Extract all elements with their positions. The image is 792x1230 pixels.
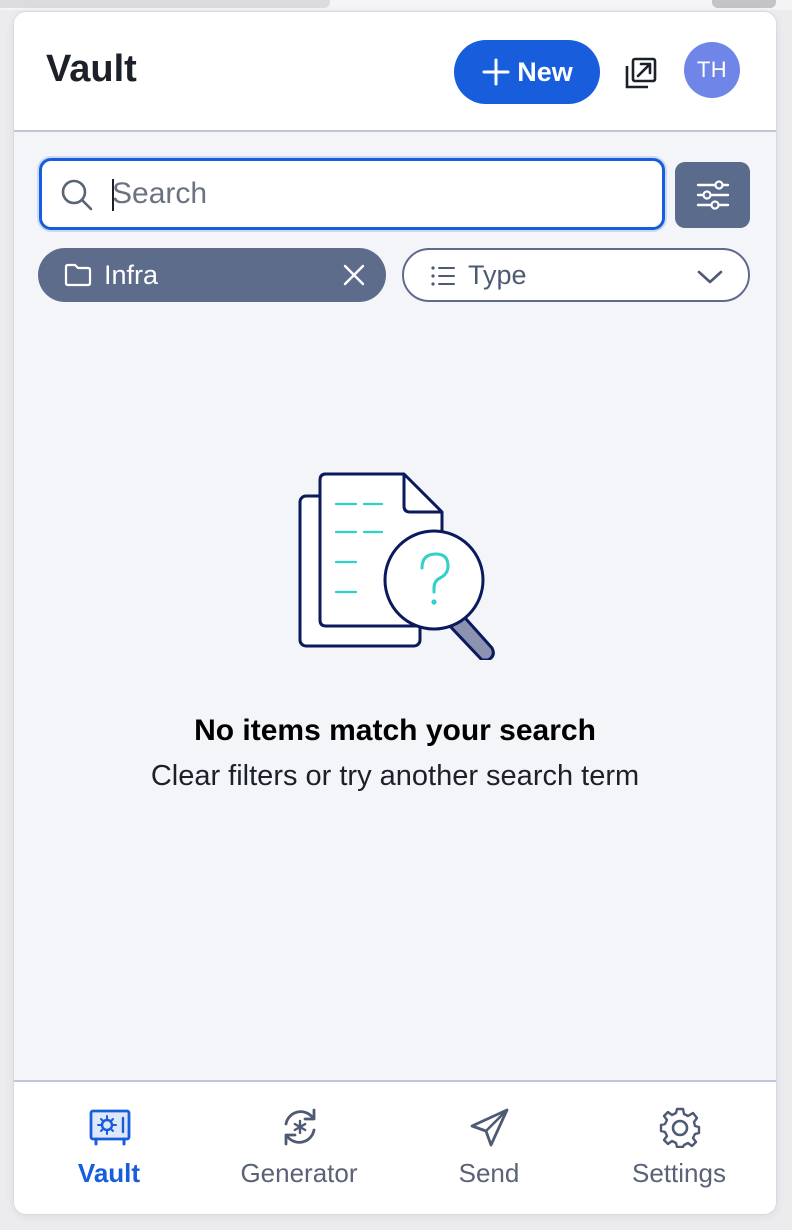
sliders-icon: [696, 180, 729, 210]
extension-popup: Vault New TH Search Infra Type No items …: [14, 12, 776, 1214]
send-icon: [470, 1108, 509, 1147]
folder-filter-label: Infra: [104, 260, 159, 290]
browser-scroll-edge: [712, 0, 776, 8]
nav-label-settings: Settings: [632, 1158, 726, 1188]
generator-icon: [284, 1108, 316, 1146]
browser-tab-edge: [0, 0, 330, 8]
no-results-illustration: [298, 472, 495, 660]
popout-button[interactable]: [622, 54, 660, 92]
nav-label-send: Send: [458, 1158, 520, 1188]
type-filter-label: Type: [468, 260, 527, 290]
new-item-button[interactable]: New: [454, 40, 600, 104]
nav-tab-send[interactable]: Send: [394, 1082, 584, 1214]
browser-top-strip: [0, 0, 792, 10]
search-icon: [61, 179, 93, 211]
nav-tab-settings[interactable]: Settings: [584, 1082, 774, 1214]
folder-icon: [64, 263, 92, 287]
account-avatar[interactable]: TH: [684, 42, 740, 98]
filters-toggle-button[interactable]: [675, 162, 750, 228]
nav-tab-generator[interactable]: Generator: [204, 1082, 394, 1214]
empty-state-title: No items match your search: [194, 714, 596, 747]
search-input[interactable]: [112, 169, 642, 219]
nav-label-vault: Vault: [77, 1158, 141, 1188]
folder-filter-chip[interactable]: Infra: [38, 248, 386, 302]
text-caret: [112, 179, 114, 211]
vault-icon: [89, 1109, 131, 1146]
popup-header: Vault New TH: [14, 12, 776, 132]
type-filter-dropdown[interactable]: Type: [402, 248, 750, 302]
gear-icon: [659, 1107, 701, 1148]
search-field[interactable]: [39, 158, 665, 230]
popout-icon: [625, 57, 657, 89]
chevron-down-icon: [697, 270, 723, 284]
close-icon[interactable]: [342, 263, 366, 287]
empty-state-subtitle: Clear filters or try another search term: [150, 760, 640, 792]
page-title: Vault: [46, 48, 137, 90]
nav-tab-vault[interactable]: Vault: [14, 1082, 204, 1214]
bottom-navigation: Vault Generator Send Settings: [14, 1080, 776, 1214]
list-icon: [431, 266, 455, 286]
new-button-label: New: [517, 56, 573, 87]
nav-label-generator: Generator: [240, 1158, 358, 1188]
plus-icon: [482, 58, 510, 86]
